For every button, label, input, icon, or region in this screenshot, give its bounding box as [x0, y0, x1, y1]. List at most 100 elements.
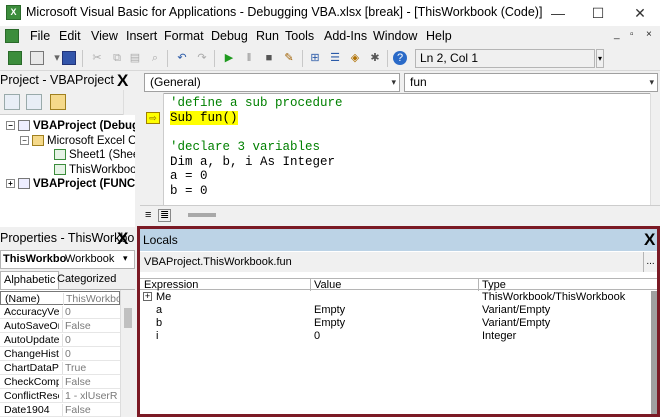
view-code-button[interactable] [4, 94, 20, 110]
object-select[interactable]: (General) ▾ [144, 73, 400, 92]
toolbox-icon[interactable]: ✱ [368, 51, 382, 65]
code-margin-indicator-bar[interactable] [140, 93, 164, 205]
tab-alphabetic[interactable]: Alphabetic [0, 271, 60, 289]
menu-file[interactable]: File [30, 29, 50, 43]
tree-node-thisworkbook[interactable]: ThisWorkbook [0, 163, 135, 178]
locals-scrollbar[interactable] [651, 291, 657, 414]
tab-categorized[interactable]: Categorized [54, 271, 119, 289]
code-line[interactable]: 'declare 3 variables [170, 140, 320, 154]
window-title: Microsoft Visual Basic for Applications … [26, 5, 543, 19]
toolbar-options-chevron-icon[interactable]: ▾ [596, 49, 604, 68]
property-row[interactable]: (Name) ThisWorkbo [0, 291, 120, 305]
object-type: Workbook [65, 253, 115, 265]
minimize-button[interactable]: — [540, 2, 576, 24]
run-icon[interactable]: ▶ [222, 51, 236, 65]
code-line[interactable]: a = 0 [170, 169, 208, 183]
view-object-button[interactable] [26, 94, 42, 110]
code-line-current[interactable]: Sub fun() [170, 111, 238, 125]
reset-icon[interactable]: ■ [262, 51, 276, 65]
properties-window-icon[interactable]: ☰ [328, 51, 342, 65]
menu-run[interactable]: Run [256, 29, 279, 43]
tree-node-vbaproject-funcres[interactable]: +VBAProject (FUNCRE [0, 177, 135, 192]
close-button[interactable]: ✕ [622, 2, 658, 24]
undo-icon[interactable]: ↶ [175, 51, 189, 65]
property-row[interactable]: AccuracyVers0 [0, 305, 120, 319]
mdi-restore-button[interactable]: ▫ [630, 29, 634, 40]
menu-window[interactable]: Window [373, 29, 417, 43]
menu-add-ins[interactable]: Add-Ins [324, 29, 367, 43]
expand-toggle[interactable]: + [143, 292, 152, 301]
locals-row[interactable]: b Empty Variant/Empty [140, 317, 657, 330]
locals-row[interactable]: i 0 Integer [140, 330, 657, 343]
maximize-button[interactable]: ☐ [580, 2, 616, 24]
properties-title: Properties - ThisWorkbo [0, 231, 135, 245]
property-row[interactable]: AutoSaveOn False [0, 319, 120, 333]
design-mode-icon[interactable]: ✎ [282, 51, 296, 65]
save-icon[interactable] [62, 51, 76, 65]
property-row[interactable]: CheckCompatFalse [0, 375, 120, 389]
menu-format[interactable]: Format [164, 29, 204, 43]
help-icon[interactable]: ? [393, 51, 407, 65]
code-line[interactable]: b = 0 [170, 184, 208, 198]
project-explorer-icon[interactable]: ⊞ [308, 51, 322, 65]
redo-icon[interactable]: ↷ [195, 51, 209, 65]
object-browser-icon[interactable]: ◈ [348, 51, 362, 65]
locals-row[interactable]: a Empty Variant/Empty [140, 304, 657, 317]
break-icon[interactable]: ‖ [242, 51, 256, 65]
procedure-select[interactable]: fun ▾ [404, 73, 658, 92]
property-row[interactable]: ChangeHistor0 [0, 347, 120, 361]
mdi-minimize-button[interactable]: _ [614, 29, 620, 40]
properties-close-icon[interactable]: X [117, 230, 128, 247]
mdi-close-button[interactable]: × [646, 29, 652, 40]
tree-node-sheet1[interactable]: Sheet1 (Sheet [0, 148, 135, 163]
properties-object-select[interactable]: ThisWorkbo Workbook ▾ [0, 250, 135, 269]
object-name: ThisWorkbo [3, 253, 67, 265]
cut-icon[interactable]: ✂ [90, 51, 104, 65]
scrollbar-thumb[interactable] [124, 308, 132, 328]
excel-vba-app-icon: X [6, 5, 21, 20]
property-row[interactable]: Date1904 False [0, 403, 120, 417]
paste-icon[interactable]: ▤ [128, 51, 142, 65]
project-explorer-close-icon[interactable]: X [117, 72, 128, 89]
properties-scrollbar[interactable] [120, 290, 135, 417]
view-excel-icon[interactable] [8, 51, 22, 65]
excel-menu-icon[interactable] [5, 29, 19, 43]
insert-module-icon[interactable] [30, 51, 44, 65]
menu-tools[interactable]: Tools [285, 29, 314, 43]
chevron-down-icon: ▾ [391, 77, 396, 87]
locals-grid-header: Expression Value Type [140, 278, 657, 291]
toggle-folders-button[interactable] [50, 94, 66, 110]
menu-debug[interactable]: Debug [211, 29, 248, 43]
standard-toolbar: ▾ ✂ ⧉ ▤ ⌕ ↶ ↷ ▶ ‖ ■ ✎ ⊞ ☰ ◈ ✱ ? Ln 2, Co… [0, 47, 660, 71]
menu-insert[interactable]: Insert [126, 29, 157, 43]
column-value[interactable]: Value [314, 279, 341, 291]
find-icon[interactable]: ⌕ [148, 51, 162, 65]
horizontal-scrollbar-thumb[interactable] [188, 213, 216, 217]
copy-icon[interactable]: ⧉ [110, 51, 124, 65]
property-row[interactable]: AutoUpdateFr0 [0, 333, 120, 347]
property-row[interactable]: ConflictResolu1 - xlUserRe [0, 389, 120, 403]
tree-node-excel-objects[interactable]: −Microsoft Excel Obj [0, 134, 135, 149]
procedure-view-icon[interactable]: ≡ [145, 209, 151, 221]
tree-node-vbaproject-debugging[interactable]: − VBAProject (Debugg [0, 119, 135, 134]
locals-close-icon[interactable]: X [644, 231, 655, 248]
column-expression[interactable]: Expression [144, 279, 198, 291]
menu-help[interactable]: Help [426, 29, 452, 43]
collapse-toggle[interactable]: − [6, 121, 15, 131]
code-line[interactable]: Dim a, b, i As Integer [170, 155, 335, 169]
locals-row[interactable]: + Me ThisWorkbook/ThisWorkbook [140, 291, 657, 304]
column-divider[interactable] [310, 279, 311, 291]
call-stack-button[interactable]: ... [643, 252, 657, 272]
project-scrollbar[interactable] [123, 90, 135, 115]
column-divider[interactable] [478, 279, 479, 291]
code-scrollbar[interactable] [650, 93, 660, 205]
full-module-view-icon[interactable]: ≣ [158, 209, 172, 222]
collapse-toggle[interactable]: − [20, 135, 29, 145]
menu-view[interactable]: View [91, 29, 118, 43]
column-type[interactable]: Type [482, 279, 506, 291]
menu-edit[interactable]: Edit [59, 29, 81, 43]
code-line[interactable]: 'define a sub procedure [170, 96, 343, 110]
expand-toggle[interactable]: + [6, 179, 15, 189]
property-row[interactable]: ChartDataPoirTrue [0, 361, 120, 375]
worksheet-icon [54, 149, 66, 161]
